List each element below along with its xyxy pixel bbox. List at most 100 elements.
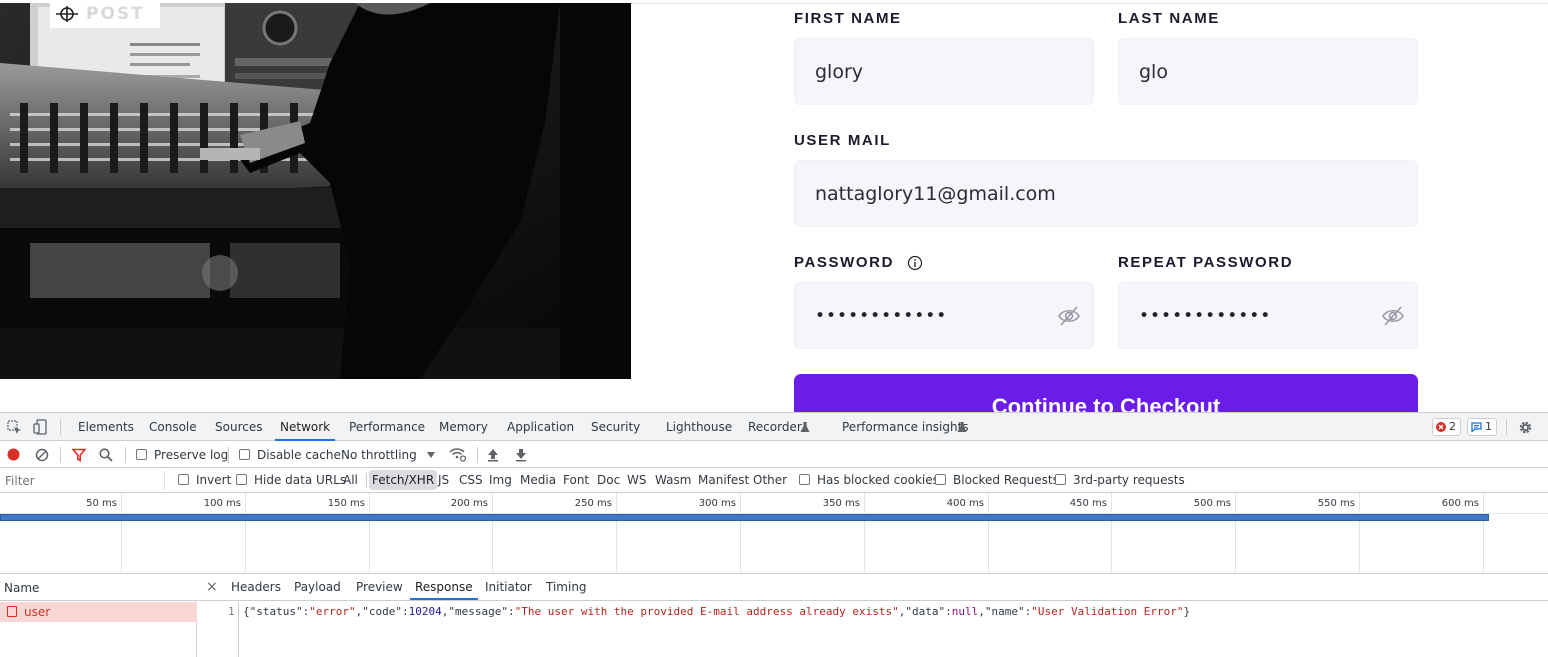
tab-console[interactable]: Console <box>149 413 197 441</box>
eye-off-icon[interactable] <box>1057 305 1081 327</box>
timeline-tick-label: 550 ms <box>1317 498 1355 509</box>
import-har-icon[interactable] <box>487 448 499 462</box>
header-divider <box>631 3 1548 4</box>
site-logo[interactable]: POST <box>50 0 160 28</box>
tab-response[interactable]: Response <box>410 574 478 600</box>
third-party-requests-label[interactable]: 3rd-party requests <box>1073 473 1185 487</box>
tab-security[interactable]: Security <box>591 413 640 441</box>
type-font[interactable]: Font <box>563 473 589 487</box>
json-data: null <box>951 605 979 618</box>
message-count-badge[interactable]: 1 <box>1467 418 1497 436</box>
first-name-label: FIRST NAME <box>794 10 902 27</box>
repeat-password-field[interactable]: •••••••••••• <box>1118 282 1418 349</box>
type-ws[interactable]: WS <box>627 473 646 487</box>
type-css[interactable]: CSS <box>459 473 483 487</box>
type-other[interactable]: Other <box>753 473 787 487</box>
type-media[interactable]: Media <box>520 473 556 487</box>
tab-recorder[interactable]: Recorder <box>748 413 802 441</box>
last-name-label: LAST NAME <box>1118 10 1220 27</box>
tab-network[interactable]: Network <box>275 413 336 441</box>
third-party-requests-checkbox[interactable] <box>1055 474 1066 485</box>
tab-elements[interactable]: Elements <box>78 413 134 441</box>
hide-data-urls-checkbox[interactable] <box>236 474 247 485</box>
type-img[interactable]: Img <box>489 473 512 487</box>
continue-to-checkout-button[interactable]: Continue to Checkout <box>794 374 1418 412</box>
page: POST FIRST NAME glory LAST NAME glo USER… <box>0 0 1548 657</box>
record-icon[interactable] <box>7 448 20 461</box>
email-label: USER MAIL <box>794 132 891 149</box>
search-icon[interactable] <box>99 448 113 462</box>
has-blocked-cookies-checkbox[interactable] <box>799 474 810 485</box>
device-toolbar-icon[interactable] <box>33 419 48 435</box>
first-name-field[interactable]: glory <box>794 38 1094 105</box>
invert-label[interactable]: Invert <box>196 473 231 487</box>
last-name-value: glo <box>1139 61 1168 83</box>
network-conditions-icon[interactable] <box>449 447 467 462</box>
info-icon[interactable] <box>907 255 923 271</box>
studio-photo <box>0 3 631 379</box>
tab-performance-insights[interactable]: Performance insights <box>842 413 969 441</box>
preserve-log-checkbox[interactable] <box>136 449 147 460</box>
tab-preview[interactable]: Preview <box>356 574 403 600</box>
password-value: •••••••••••• <box>815 306 948 326</box>
error-count: 2 <box>1449 420 1456 433</box>
document-icon <box>7 606 17 617</box>
tab-headers[interactable]: Headers <box>231 574 281 600</box>
error-count-badge[interactable]: 2 <box>1432 418 1461 436</box>
throttling-select[interactable]: No throttling <box>341 448 417 462</box>
type-manifest[interactable]: Manifest <box>698 473 749 487</box>
timeline-gridline <box>1111 493 1112 574</box>
request-timing-bar <box>0 514 1489 521</box>
timeline-gridline <box>616 493 617 574</box>
type-js[interactable]: JS <box>438 473 449 487</box>
timeline-gridline <box>864 493 865 574</box>
type-all[interactable]: All <box>343 473 358 487</box>
preserve-log-label[interactable]: Preserve log <box>154 448 228 462</box>
timeline-gridline <box>1235 493 1236 574</box>
password-label: PASSWORD <box>794 254 895 271</box>
password-field[interactable]: •••••••••••• <box>794 282 1094 349</box>
filter-input[interactable] <box>1 471 165 490</box>
tab-timing[interactable]: Timing <box>546 574 587 600</box>
has-blocked-cookies-label[interactable]: Has blocked cookies <box>817 473 939 487</box>
response-body: {"status":"error","code":10204,"message"… <box>243 605 1191 618</box>
timeline-tick-label: 500 ms <box>1193 498 1231 509</box>
clear-icon[interactable] <box>35 448 49 462</box>
hide-data-urls-label[interactable]: Hide data URLs <box>254 473 346 487</box>
request-name: user <box>24 605 51 619</box>
tab-initiator[interactable]: Initiator <box>485 574 532 600</box>
type-wasm[interactable]: Wasm <box>655 473 691 487</box>
tab-sources[interactable]: Sources <box>215 413 262 441</box>
settings-gear-icon[interactable] <box>1518 420 1533 435</box>
close-detail-button[interactable]: × <box>206 579 218 595</box>
request-row-user[interactable]: user <box>0 602 197 622</box>
column-name-header[interactable]: Name <box>4 581 39 595</box>
timeline-tick-label: 600 ms <box>1441 498 1479 509</box>
timeline-overview[interactable]: 50 ms 100 ms 150 ms 200 ms 250 ms 300 ms 350 m… <box>0 493 1548 574</box>
eye-off-icon[interactable] <box>1381 305 1405 327</box>
web-page: POST FIRST NAME glory LAST NAME glo USER… <box>0 0 1548 412</box>
invert-checkbox[interactable] <box>178 474 189 485</box>
tab-memory[interactable]: Memory <box>439 413 488 441</box>
tab-lighthouse[interactable]: Lighthouse <box>666 413 732 441</box>
tab-performance[interactable]: Performance <box>349 413 425 441</box>
type-doc[interactable]: Doc <box>597 473 620 487</box>
tab-application[interactable]: Application <box>507 413 574 441</box>
export-har-icon[interactable] <box>515 448 527 462</box>
filter-icon[interactable] <box>72 448 86 462</box>
inspect-element-icon[interactable] <box>7 420 22 435</box>
tab-payload[interactable]: Payload <box>294 574 341 600</box>
logo-text: POST <box>86 4 145 24</box>
blocked-requests-checkbox[interactable] <box>935 474 946 485</box>
timeline-gridline <box>1483 493 1484 574</box>
repeat-password-label: REPEAT PASSWORD <box>1118 254 1294 271</box>
timeline-gridline <box>245 493 246 574</box>
last-name-field[interactable]: glo <box>1118 38 1418 105</box>
disable-cache-checkbox[interactable] <box>239 449 250 460</box>
blocked-requests-label[interactable]: Blocked Requests <box>953 473 1059 487</box>
email-field[interactable]: nattaglory11@gmail.com <box>794 160 1418 227</box>
type-fetch-xhr[interactable]: Fetch/XHR <box>369 470 438 490</box>
timeline-gridline <box>492 493 493 574</box>
disable-cache-label[interactable]: Disable cache <box>257 448 341 462</box>
request-list: Name user <box>0 574 197 657</box>
